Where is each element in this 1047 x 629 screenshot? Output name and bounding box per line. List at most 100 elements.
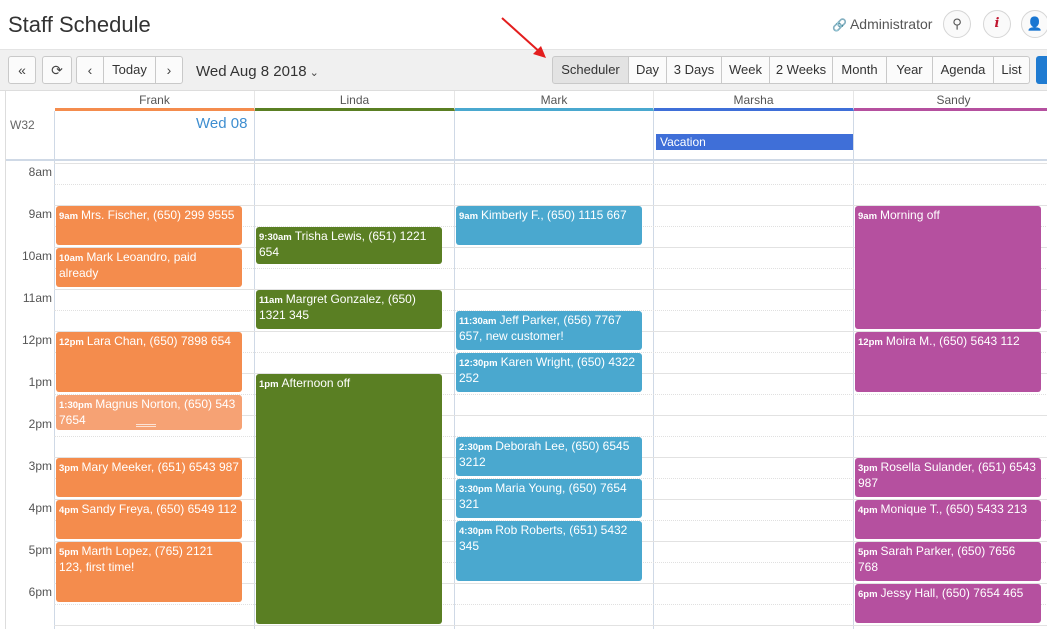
event-sandy[interactable]: 6pm Jessy Hall, (650) 7654 465 xyxy=(855,584,1041,623)
event-mark[interactable]: 9am Kimberly F., (650) 1115 667 xyxy=(456,206,642,245)
hour-label: 5pm xyxy=(28,543,52,557)
search-button[interactable]: ⚲ xyxy=(943,10,971,38)
resource-header-frank: Frank xyxy=(55,91,255,111)
all-day-row xyxy=(6,111,1047,161)
event-sandy[interactable]: 12pm Moira M., (650) 5643 112 xyxy=(855,332,1041,392)
event-title: Afternoon off xyxy=(281,376,351,390)
event-title: Kimberly F., (650) 1115 667 xyxy=(481,208,627,222)
refresh-icon: ⟳ xyxy=(51,62,63,78)
info-button[interactable]: i xyxy=(983,10,1011,38)
prev-button[interactable]: ‹ xyxy=(76,56,104,84)
next-button[interactable]: › xyxy=(155,56,183,84)
event-mark[interactable]: 3:30pm Maria Young, (650) 7654 321 xyxy=(456,479,642,518)
search-icon: ⚲ xyxy=(952,16,962,31)
event-title: Rosella Sulander, (651) 6543 987 xyxy=(858,460,1036,490)
view-week-button[interactable]: Week xyxy=(722,56,770,84)
view-year-button[interactable]: Year xyxy=(887,56,933,84)
event-frank[interactable]: 12pm Lara Chan, (650) 7898 654 xyxy=(56,332,242,392)
resize-handle[interactable] xyxy=(136,424,156,427)
event-sandy[interactable]: 3pm Rosella Sulander, (651) 6543 987 xyxy=(855,458,1041,497)
date-picker[interactable]: Wed Aug 8 2018 ⌄ xyxy=(196,63,319,80)
user-button[interactable]: 👤 xyxy=(1021,10,1047,38)
event-title: Mrs. Fischer, (650) 299 9555 xyxy=(81,208,235,222)
hour-label: 10am xyxy=(21,249,52,263)
event-title: Sandy Freya, (650) 6549 112 xyxy=(81,502,237,516)
event-time: 9:30am xyxy=(259,232,292,243)
event-mark[interactable]: 12:30pm Karen Wright, (650) 4322 252 xyxy=(456,353,642,392)
event-title: Lara Chan, (650) 7898 654 xyxy=(86,334,231,348)
event-mark[interactable]: 11:30am Jeff Parker, (656) 7767 657, new … xyxy=(456,311,642,350)
event-time: 3pm xyxy=(59,463,79,474)
resource-header-mark: Mark xyxy=(455,91,654,111)
column-divider xyxy=(653,111,654,629)
event-time: 12pm xyxy=(59,337,84,348)
hour-line xyxy=(54,625,1047,626)
event-title: Monique T., (650) 5433 213 xyxy=(880,502,1028,516)
half-hour-line xyxy=(54,184,1047,185)
menu-button[interactable] xyxy=(1036,56,1047,84)
view-agenda-button[interactable]: Agenda xyxy=(933,56,994,84)
event-time: 5pm xyxy=(858,547,878,558)
event-title: Sarah Parker, (650) 7656 768 xyxy=(858,544,1016,574)
event-time: 4pm xyxy=(59,505,79,516)
event-time: 10am xyxy=(59,253,84,264)
user-icon: 👤 xyxy=(1026,16,1044,31)
refresh-button[interactable]: ⟳ xyxy=(42,56,72,84)
info-icon: i xyxy=(994,16,1000,31)
event-time: 4:30pm xyxy=(459,526,493,537)
event-sandy[interactable]: 5pm Sarah Parker, (650) 7656 768 xyxy=(855,542,1041,581)
event-mark[interactable]: 2:30pm Deborah Lee, (650) 6545 3212 xyxy=(456,437,642,476)
event-frank[interactable]: 9am Mrs. Fischer, (650) 299 9555 xyxy=(56,206,242,245)
double-chevron-left-icon: « xyxy=(18,62,26,78)
page-title: Staff Schedule xyxy=(8,12,151,37)
current-date: Wed Aug 8 2018 xyxy=(196,63,307,80)
column-divider xyxy=(54,111,55,629)
event-time: 1:30pm xyxy=(59,400,93,411)
view-3days-button[interactable]: 3 Days xyxy=(667,56,722,84)
event-frank-selected[interactable]: 1:30pm Magnus Norton, (650) 543 7654 xyxy=(56,395,242,430)
event-frank[interactable]: 5pm Marth Lopez, (765) 2121 123, first ti… xyxy=(56,542,242,602)
event-linda[interactable]: 1pm Afternoon off xyxy=(256,374,442,624)
event-frank[interactable]: 3pm Mary Meeker, (651) 6543 987 xyxy=(56,458,242,497)
event-sandy[interactable]: 4pm Monique T., (650) 5433 213 xyxy=(855,500,1041,539)
event-time: 6pm xyxy=(858,589,878,600)
chevron-left-icon: ‹ xyxy=(87,62,93,78)
event-time: 12pm xyxy=(858,337,883,348)
allday-event-vacation[interactable]: Vacation xyxy=(656,134,853,150)
column-divider xyxy=(454,111,455,629)
event-linda[interactable]: 11am Margret Gonzalez, (650) 1321 345 xyxy=(256,290,442,329)
view-scheduler-button[interactable]: Scheduler xyxy=(552,56,629,84)
day-date-label[interactable]: Wed 08 xyxy=(196,115,247,132)
column-divider xyxy=(853,111,854,629)
today-button[interactable]: Today xyxy=(103,56,156,84)
hour-label: 12pm xyxy=(21,333,52,347)
resource-header-linda: Linda xyxy=(255,91,455,111)
event-mark[interactable]: 4:30pm Rob Roberts, (651) 5432 345 xyxy=(456,521,642,581)
view-2weeks-button[interactable]: 2 Weeks xyxy=(770,56,833,84)
event-time: 3pm xyxy=(858,463,878,474)
hour-label: 9am xyxy=(28,207,52,221)
event-time: 9am xyxy=(59,211,79,222)
view-day-button[interactable]: Day xyxy=(629,56,667,84)
hour-label: 4pm xyxy=(28,501,52,515)
view-month-button[interactable]: Month xyxy=(833,56,887,84)
column-divider xyxy=(254,111,255,629)
event-frank[interactable]: 10am Mark Leoandro, paid already xyxy=(56,248,242,287)
resource-header-marsha: Marsha xyxy=(654,91,854,111)
event-time: 11:30am xyxy=(459,316,497,327)
event-time: 3:30pm xyxy=(459,484,493,495)
event-title: Jessy Hall, (650) 7654 465 xyxy=(880,586,1024,600)
event-linda[interactable]: 9:30am Trisha Lewis, (651) 1221 654 xyxy=(256,227,442,264)
collapse-button[interactable]: « xyxy=(8,56,36,84)
hour-label: 8am xyxy=(28,165,52,179)
view-list-button[interactable]: List xyxy=(994,56,1030,84)
event-frank[interactable]: 4pm Sandy Freya, (650) 6549 112 xyxy=(56,500,242,539)
event-time: 11am xyxy=(259,295,283,306)
event-time: 1pm xyxy=(259,379,279,390)
admin-link[interactable]: 🔗 Administrator xyxy=(832,16,932,32)
chevron-down-icon: ⌄ xyxy=(309,67,319,79)
event-time: 12:30pm xyxy=(459,358,498,369)
link-icon: 🔗 xyxy=(832,18,847,32)
event-sandy[interactable]: 9am Morning off xyxy=(855,206,1041,329)
hour-label: 1pm xyxy=(28,375,52,389)
